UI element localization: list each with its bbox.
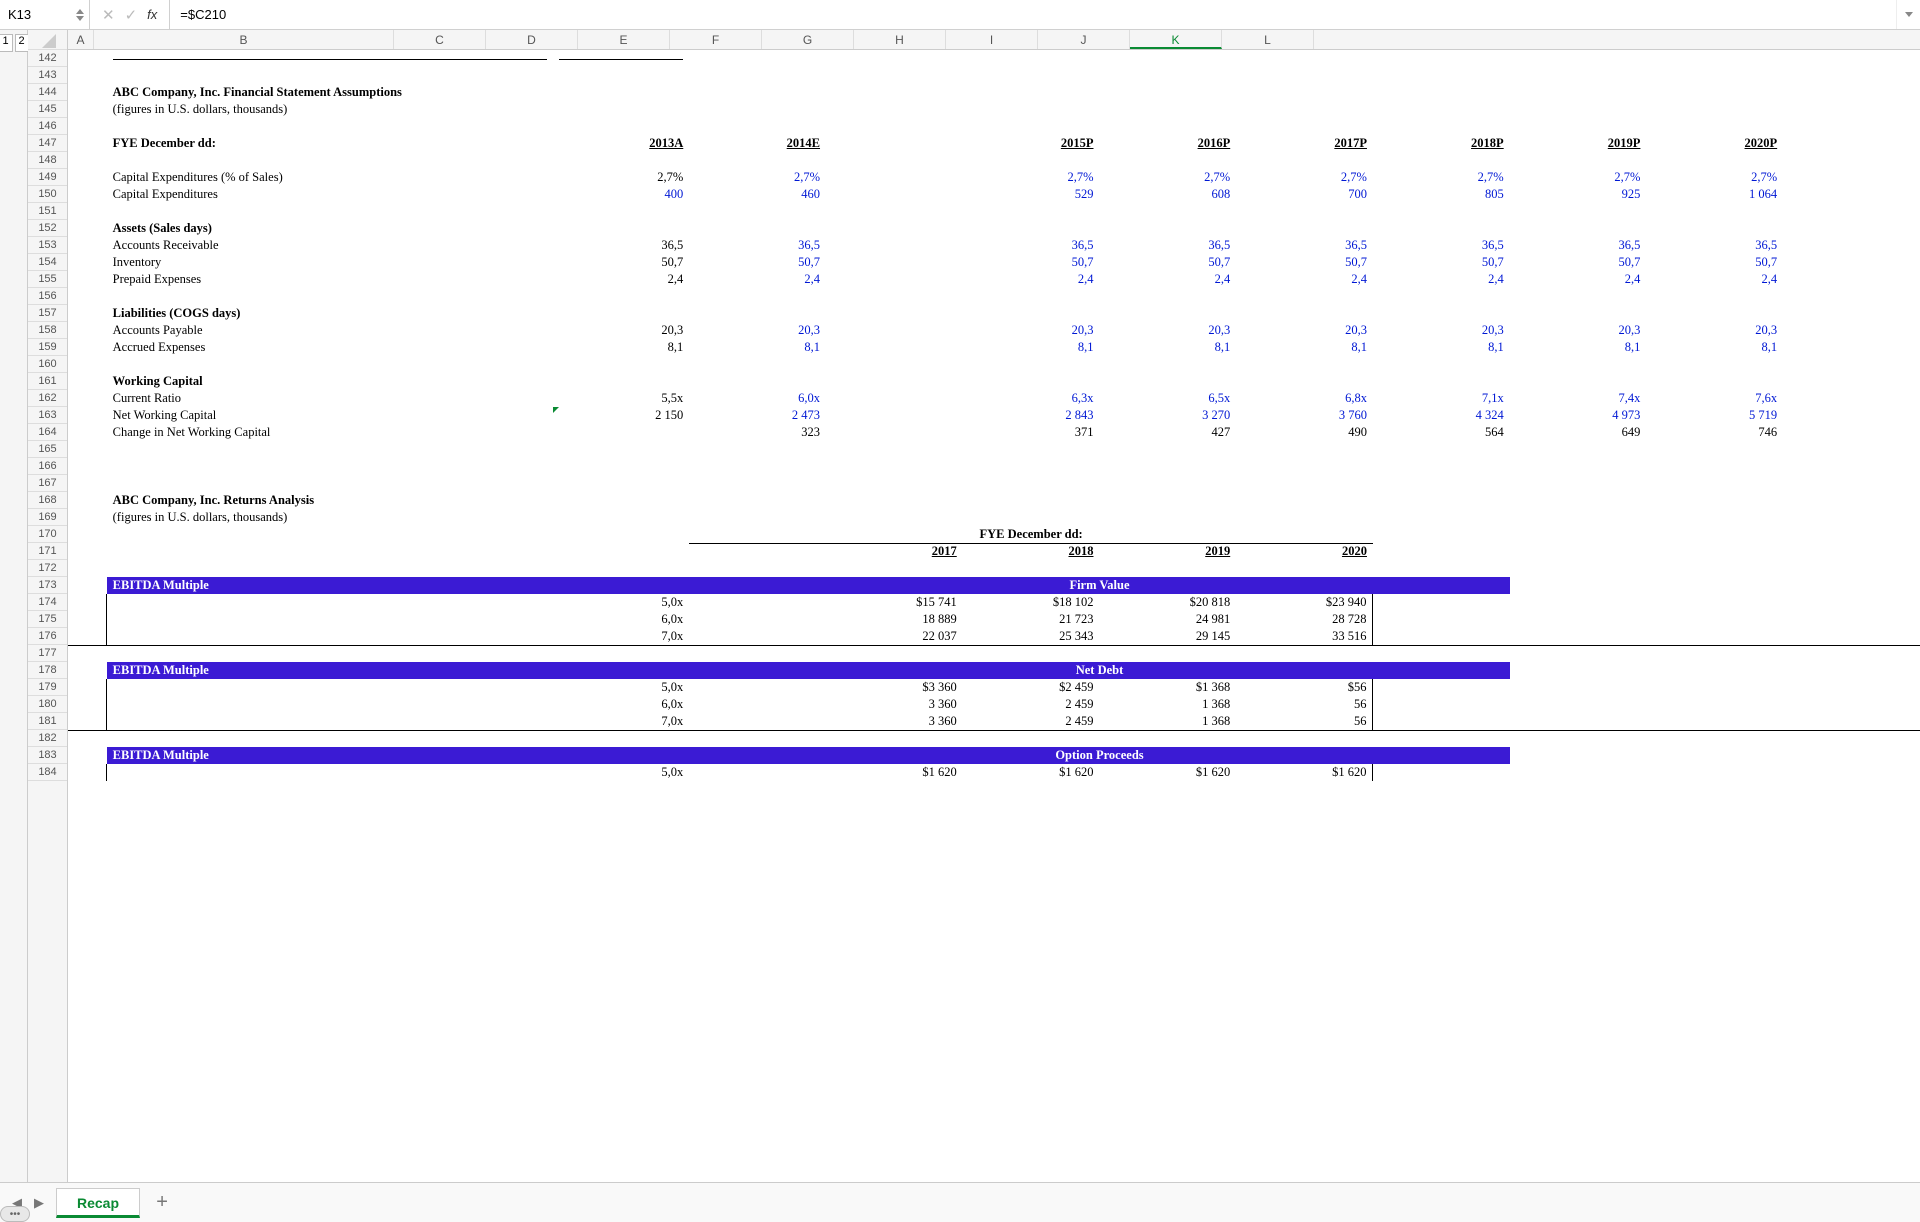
row-head-178[interactable]: 178: [28, 662, 67, 679]
row-head-181[interactable]: 181: [28, 713, 67, 730]
name-box-value: K13: [8, 7, 31, 22]
row-head-166[interactable]: 166: [28, 458, 67, 475]
chevron-up-icon: [75, 8, 85, 15]
formula-controls: ✕ ✓ fx: [90, 0, 170, 29]
col-head-B[interactable]: B: [94, 30, 394, 49]
row-head-160[interactable]: 160: [28, 356, 67, 373]
row-head-155[interactable]: 155: [28, 271, 67, 288]
col-head-J[interactable]: J: [1038, 30, 1130, 49]
row-head-163[interactable]: 163: [28, 407, 67, 424]
col-head-K[interactable]: K: [1130, 30, 1222, 49]
name-box-stepper[interactable]: [75, 8, 85, 22]
col-head-E[interactable]: E: [578, 30, 670, 49]
row-head-182[interactable]: 182: [28, 730, 67, 747]
row-head-165[interactable]: 165: [28, 441, 67, 458]
formula-bar-expand[interactable]: [1896, 0, 1920, 29]
row-head-149[interactable]: 149: [28, 169, 67, 186]
row-head-175[interactable]: 175: [28, 611, 67, 628]
row-head-169[interactable]: 169: [28, 509, 67, 526]
select-all-corner[interactable]: [28, 30, 67, 50]
col-head-H[interactable]: H: [854, 30, 946, 49]
row-head-148[interactable]: 148: [28, 152, 67, 169]
row-head-156[interactable]: 156: [28, 288, 67, 305]
row-head-167[interactable]: 167: [28, 475, 67, 492]
chevron-down-icon: [75, 15, 85, 22]
row-head-147[interactable]: 147: [28, 135, 67, 152]
col-head-L[interactable]: L: [1222, 30, 1314, 49]
name-box[interactable]: K13: [0, 0, 90, 29]
row-head-150[interactable]: 150: [28, 186, 67, 203]
row-head-157[interactable]: 157: [28, 305, 67, 322]
row-head-171[interactable]: 171: [28, 543, 67, 560]
row-head-176[interactable]: 176: [28, 628, 67, 645]
row-head-145[interactable]: 145: [28, 101, 67, 118]
formula-input[interactable]: =$C210: [170, 7, 1896, 22]
sheet-tab-bar: ◀ ▶ Recap +: [0, 1182, 1920, 1222]
row-head-143[interactable]: 143: [28, 67, 67, 84]
col-head-I[interactable]: I: [946, 30, 1038, 49]
formula-text: =$C210: [180, 7, 226, 22]
row-head-158[interactable]: 158: [28, 322, 67, 339]
row-head-161[interactable]: 161: [28, 373, 67, 390]
row-head-153[interactable]: 153: [28, 237, 67, 254]
outline-level-strip: 1 2: [0, 30, 28, 1182]
col-head-D[interactable]: D: [486, 30, 578, 49]
col-head-F[interactable]: F: [670, 30, 762, 49]
row-head-172[interactable]: 172: [28, 560, 67, 577]
confirm-icon[interactable]: ✓: [125, 6, 138, 24]
col-head-G[interactable]: G: [762, 30, 854, 49]
row-head-173[interactable]: 173: [28, 577, 67, 594]
cancel-icon[interactable]: ✕: [102, 6, 115, 24]
row-head-183[interactable]: 183: [28, 747, 67, 764]
row-head-179[interactable]: 179: [28, 679, 67, 696]
tab-next-icon[interactable]: ▶: [30, 1191, 48, 1215]
row-head-144[interactable]: 144: [28, 84, 67, 101]
row-head-154[interactable]: 154: [28, 254, 67, 271]
cells-area[interactable]: ABC Company, Inc. Financial Statement As…: [68, 50, 1920, 781]
row-head-146[interactable]: 146: [28, 118, 67, 135]
row-headers: 1421431441451461471481491501511521531541…: [28, 30, 68, 1182]
row-head-152[interactable]: 152: [28, 220, 67, 237]
row-head-168[interactable]: 168: [28, 492, 67, 509]
outline-level-1[interactable]: 1: [0, 34, 13, 52]
row-head-142[interactable]: 142: [28, 50, 67, 67]
tab-recap[interactable]: Recap: [56, 1188, 140, 1218]
column-headers: ABCDEFGHIJKL: [68, 30, 1920, 50]
add-sheet-button[interactable]: +: [148, 1189, 176, 1217]
col-head-A[interactable]: A: [68, 30, 94, 49]
row-head-164[interactable]: 164: [28, 424, 67, 441]
row-head-162[interactable]: 162: [28, 390, 67, 407]
outline-level-2[interactable]: 2: [15, 34, 29, 52]
row-head-177[interactable]: 177: [28, 645, 67, 662]
chevron-down-icon: [1904, 11, 1914, 18]
fx-icon[interactable]: fx: [147, 7, 157, 22]
row-head-180[interactable]: 180: [28, 696, 67, 713]
row-head-184[interactable]: 184: [28, 764, 67, 781]
row-head-174[interactable]: 174: [28, 594, 67, 611]
row-head-151[interactable]: 151: [28, 203, 67, 220]
row-head-170[interactable]: 170: [28, 526, 67, 543]
spreadsheet: 1 2 142143144145146147148149150151152153…: [0, 30, 1920, 1182]
row-expand-handle[interactable]: •••: [0, 1206, 30, 1222]
row-head-159[interactable]: 159: [28, 339, 67, 356]
formula-bar: K13 ✕ ✓ fx =$C210: [0, 0, 1920, 30]
col-head-C[interactable]: C: [394, 30, 486, 49]
